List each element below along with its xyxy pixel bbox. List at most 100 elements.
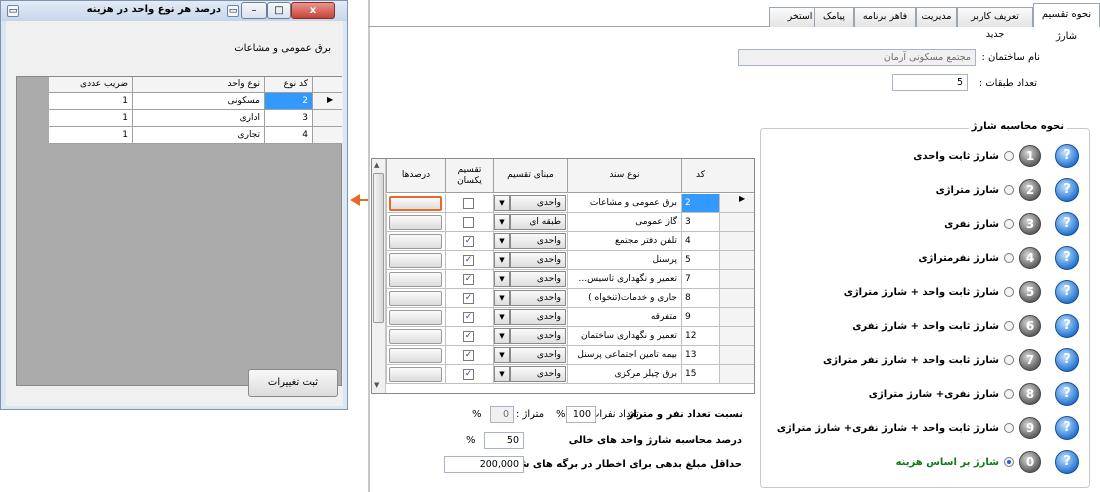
basis-combo[interactable]: واحدی — [510, 347, 566, 363]
equal-split-checkbox[interactable] — [463, 198, 474, 209]
row-header[interactable] — [719, 213, 754, 232]
area-percent-field[interactable]: 0 — [490, 406, 514, 423]
radio-charge-5[interactable] — [1004, 287, 1014, 297]
chevron-down-icon[interactable]: ▼ — [494, 309, 510, 325]
grid-cell-code[interactable]: 7 — [681, 270, 719, 289]
radio-charge-3[interactable] — [1004, 219, 1014, 229]
basis-combo[interactable]: واحدی — [510, 309, 566, 325]
minimize-button[interactable]: – — [241, 2, 267, 19]
grid-cell-factor[interactable]: 1 — [49, 110, 133, 127]
percents-button[interactable] — [389, 291, 442, 306]
percents-button[interactable] — [389, 234, 442, 249]
grid-cell-factor[interactable]: 1 — [49, 127, 133, 144]
row-header[interactable] — [719, 232, 754, 251]
charge-option-0[interactable]: 0 شارژ بر اساس هزینه — [896, 449, 1041, 475]
equal-split-checkbox[interactable] — [463, 217, 474, 228]
equal-split-checkbox-checked[interactable]: ✓ — [463, 369, 474, 380]
grid-cell-code[interactable]: 2 — [681, 194, 719, 213]
grid-cell-doc-type[interactable]: تلفن دفتر مجتمع — [567, 232, 681, 251]
grid-cell-doc-type[interactable]: تعمیر و نگهداری ساختمان — [567, 327, 681, 346]
grid-cell-code[interactable]: 2 — [265, 93, 313, 110]
radio-charge-9[interactable] — [1004, 423, 1014, 433]
percents-button[interactable] — [389, 329, 442, 344]
grid-cell-doc-type[interactable]: گاز عمومی — [567, 213, 681, 232]
dialog-titlebar[interactable]: ▭ – □ x ▭ درصد هر نوع واحد در هزینه — [1, 1, 347, 21]
tab-new-user[interactable]: تعریف کاربر جدید — [957, 7, 1033, 40]
empty-units-percent-field[interactable]: 50 — [484, 432, 524, 449]
help-icon[interactable]: ? — [1055, 416, 1079, 440]
equal-split-checkbox-checked[interactable]: ✓ — [463, 293, 474, 304]
help-icon[interactable]: ? — [1055, 314, 1079, 338]
chevron-down-icon[interactable]: ▼ — [494, 328, 510, 344]
percents-button[interactable] — [389, 310, 442, 325]
people-percent-field[interactable]: 100 — [566, 406, 596, 423]
help-icon[interactable]: ? — [1055, 212, 1079, 236]
help-icon[interactable]: ? — [1055, 348, 1079, 372]
tab-about-program[interactable]: فاهر برنامه — [854, 7, 916, 27]
grid-cell-code[interactable]: 3 — [265, 110, 313, 127]
grid-cell-code[interactable]: 3 — [681, 213, 719, 232]
radio-charge-4[interactable] — [1004, 253, 1014, 263]
col-header-code[interactable]: کد — [681, 159, 719, 193]
col-header-percents[interactable]: درصدها — [386, 159, 445, 193]
equal-split-checkbox-checked[interactable]: ✓ — [463, 255, 474, 266]
equal-split-checkbox-checked[interactable]: ✓ — [463, 236, 474, 247]
equal-split-checkbox-checked[interactable]: ✓ — [463, 312, 474, 323]
chevron-down-icon[interactable]: ▼ — [494, 233, 510, 249]
save-changes-button[interactable]: ثبت تغییرات — [248, 369, 338, 397]
grid-cell-type[interactable]: اداری — [133, 110, 265, 127]
tab-sms[interactable]: پیامک — [814, 7, 854, 27]
row-header[interactable] — [719, 308, 754, 327]
close-button[interactable]: x — [291, 2, 335, 19]
basis-combo[interactable]: واحدی — [510, 233, 566, 249]
grid-cell-doc-type[interactable]: پرسنل — [567, 251, 681, 270]
charge-option-7[interactable]: 7 شارژ ثابت واحد + شارژ نفر متراژی — [823, 347, 1041, 373]
equal-split-checkbox-checked[interactable]: ✓ — [463, 331, 474, 342]
help-icon[interactable]: ? — [1055, 280, 1079, 304]
radio-charge-7[interactable] — [1004, 355, 1014, 365]
grid-cell-doc-type[interactable]: بیمه تامین اجتماعی پرسنل — [567, 346, 681, 365]
grid-cell-doc-type[interactable]: متفرقه — [567, 308, 681, 327]
percents-button[interactable] — [389, 196, 442, 211]
charge-option-6[interactable]: 6 شارژ ثابت واحد + شارژ نفری — [852, 313, 1041, 339]
grid-cell-code[interactable]: 4 — [265, 127, 313, 144]
row-header[interactable] — [313, 127, 342, 144]
scrollbar-thumb[interactable] — [373, 173, 384, 323]
grid-cell-doc-type[interactable]: تعمیر و نگهداری تاسیس... — [567, 270, 681, 289]
basis-combo[interactable]: واحدی — [510, 366, 566, 382]
col-header-doc-type[interactable]: نوع سند — [567, 159, 681, 193]
row-header[interactable] — [719, 346, 754, 365]
charge-option-5[interactable]: 5 شارژ ثابت واحد + شارژ متراژی — [844, 279, 1041, 305]
help-icon[interactable]: ? — [1055, 450, 1079, 474]
row-header[interactable] — [719, 270, 754, 289]
radio-charge-6[interactable] — [1004, 321, 1014, 331]
chevron-down-icon[interactable]: ▼ — [494, 271, 510, 287]
col-header-equal[interactable]: تقسیم یکسان — [445, 159, 493, 193]
radio-charge-8[interactable] — [1004, 389, 1014, 399]
radio-charge-0-selected[interactable] — [1004, 457, 1014, 467]
basis-combo[interactable]: واحدی — [510, 252, 566, 268]
charge-option-1[interactable]: 1 شارژ ثابت واحدی — [913, 143, 1041, 169]
tab-management[interactable]: مدیریت — [916, 7, 957, 27]
row-header[interactable] — [719, 365, 754, 384]
scroll-down-icon[interactable]: ▼ — [374, 381, 379, 389]
tab-charge-distribution[interactable]: نحوه تقسیم شارژ — [1033, 3, 1100, 42]
scroll-up-icon[interactable]: ▲ — [374, 161, 379, 169]
percents-button[interactable] — [389, 272, 442, 287]
chevron-down-icon[interactable]: ▼ — [494, 290, 510, 306]
cost-type-grid[interactable]: ▲ ▼ درصدها تقسیم یکسان مبنای تقسیم نوع س… — [371, 158, 755, 394]
charge-option-4[interactable]: 4 شارژ نفرمتراژی — [918, 245, 1041, 271]
unit-type-grid[interactable]: کد نوع نوع واحد ضریب عددی ▶ 2 مسکونی 1 3… — [16, 76, 342, 386]
basis-combo[interactable]: واحدی — [510, 195, 566, 211]
radio-charge-1[interactable] — [1004, 151, 1014, 161]
charge-option-2[interactable]: 2 شارژ متراژی — [936, 177, 1041, 203]
percents-button[interactable] — [389, 253, 442, 268]
chevron-down-icon[interactable]: ▼ — [494, 366, 510, 382]
row-header[interactable] — [719, 289, 754, 308]
min-debt-field[interactable]: 200,000 — [444, 456, 524, 473]
chevron-down-icon[interactable]: ▼ — [494, 214, 510, 230]
percents-button[interactable] — [389, 367, 442, 382]
grid-cell-code[interactable]: 9 — [681, 308, 719, 327]
row-header[interactable] — [719, 327, 754, 346]
grid-cell-type[interactable]: مسکونی — [133, 93, 265, 110]
